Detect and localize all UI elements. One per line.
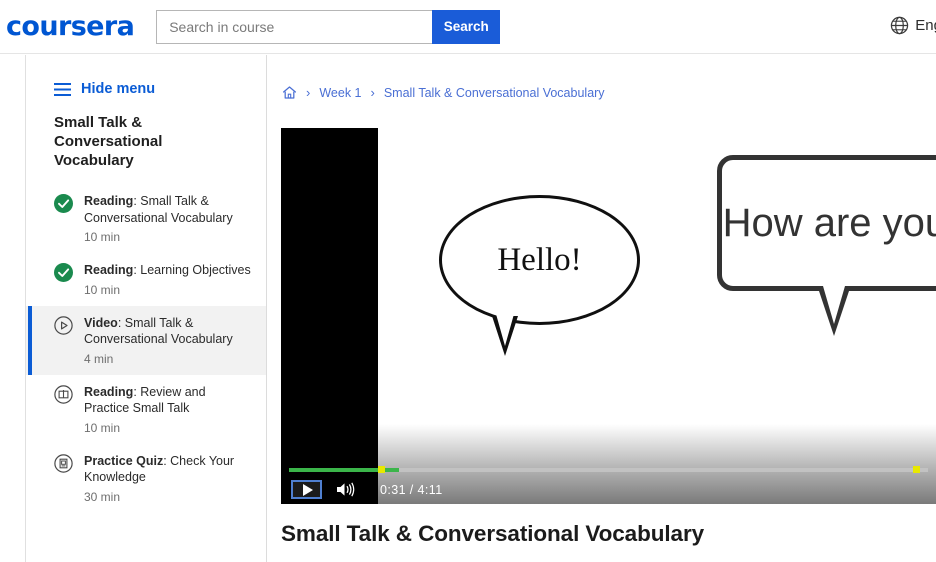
progress-fill [289, 468, 379, 472]
play-icon [302, 483, 313, 496]
lesson-kind: Reading [84, 194, 134, 208]
left-gutter [0, 55, 26, 562]
course-search: Search [156, 9, 501, 44]
search-input[interactable] [156, 9, 433, 44]
home-icon[interactable] [282, 85, 297, 100]
lesson-item-reading-review-practice[interactable]: Reading: Review and Practice Small Talk … [26, 375, 266, 444]
speech-bubble-how-are-you: How are you? [717, 155, 936, 291]
lesson-kind: Reading [84, 384, 134, 399]
sidebar-course-title: Small Talk & Conversational Vocabulary [54, 114, 163, 169]
search-button[interactable]: Search [432, 9, 501, 44]
speech-bubble-how-are-you-tail [818, 286, 850, 336]
book-circle-icon [54, 384, 73, 404]
breadcrumb-item-lesson[interactable]: Small Talk & Conversational Vocabulary [384, 86, 605, 100]
breadcrumb-item-week[interactable]: Week 1 [319, 86, 361, 100]
lesson-duration: 10 min [84, 230, 121, 244]
language-selector[interactable]: Eng [890, 16, 936, 35]
lesson-item-practice-quiz[interactable]: Practice Quiz: Check Your Knowledge 30 m… [26, 444, 266, 513]
course-sidebar: Hide menu Small Talk & Conversational Vo… [26, 55, 267, 562]
breadcrumb-separator: › [370, 85, 375, 100]
lesson-item-reading-learning-objectives[interactable]: Reading: Learning Objectives 10 min [26, 253, 266, 306]
lesson-item-video-small-talk[interactable]: Video: Small Talk & Conversational Vocab… [26, 305, 266, 375]
speech-bubble-hello: Hello! [439, 195, 640, 325]
lesson-duration: 4 min [84, 351, 114, 366]
lesson-duration: 10 min [84, 420, 121, 435]
video-controls: 0:31 / 4:11 [281, 475, 936, 504]
speech-bubble-hello-tail [492, 314, 518, 356]
globe-icon [890, 16, 909, 35]
speech-bubble-hello-text: Hello! [497, 241, 582, 278]
volume-icon[interactable] [335, 481, 356, 498]
play-circle-icon [54, 315, 73, 335]
progress-buffered [385, 468, 399, 472]
page-body: Hide menu Small Talk & Conversational Vo… [0, 55, 936, 562]
lesson-list: Reading: Small Talk & Conversational Voc… [26, 184, 266, 513]
progress-end-marker[interactable] [913, 466, 920, 473]
lesson-duration: 10 min [84, 282, 121, 297]
quiz-circle-icon [54, 453, 73, 473]
breadcrumb: › Week 1 › Small Talk & Conversational V… [267, 55, 936, 100]
top-header: coursera Search Eng [0, 0, 936, 54]
video-frame: Hello! How are you? [378, 128, 936, 504]
video-progress-bar[interactable] [281, 465, 936, 475]
check-circle-icon [54, 194, 73, 213]
check-circle-icon [54, 263, 73, 282]
lesson-duration: 30 min [84, 489, 121, 504]
lesson-kind: Practice Quiz [84, 453, 164, 468]
lesson-item-reading-small-talk[interactable]: Reading: Small Talk & Conversational Voc… [26, 184, 266, 253]
lesson-kind: Video [84, 315, 118, 330]
lesson-kind: Reading [84, 263, 134, 277]
progress-handle[interactable] [378, 466, 385, 473]
video-player[interactable]: Hello! How are you? [281, 128, 936, 504]
breadcrumb-separator: › [306, 85, 311, 100]
play-button[interactable] [291, 480, 322, 499]
coursera-logo[interactable]: coursera [6, 11, 135, 42]
hide-menu-button[interactable]: Hide menu [26, 81, 266, 97]
main-content: › Week 1 › Small Talk & Conversational V… [267, 55, 936, 562]
lesson-title: Learning Objectives [140, 263, 251, 277]
hamburger-icon [54, 82, 71, 96]
video-time-display: 0:31 / 4:11 [380, 482, 443, 497]
video-page-title: Small Talk & Conversational Vocabulary [281, 521, 705, 546]
hide-menu-label: Hide menu [81, 81, 156, 97]
language-label: Eng [915, 17, 936, 34]
speech-bubble-how-are-you-text: How are you? [722, 201, 936, 245]
